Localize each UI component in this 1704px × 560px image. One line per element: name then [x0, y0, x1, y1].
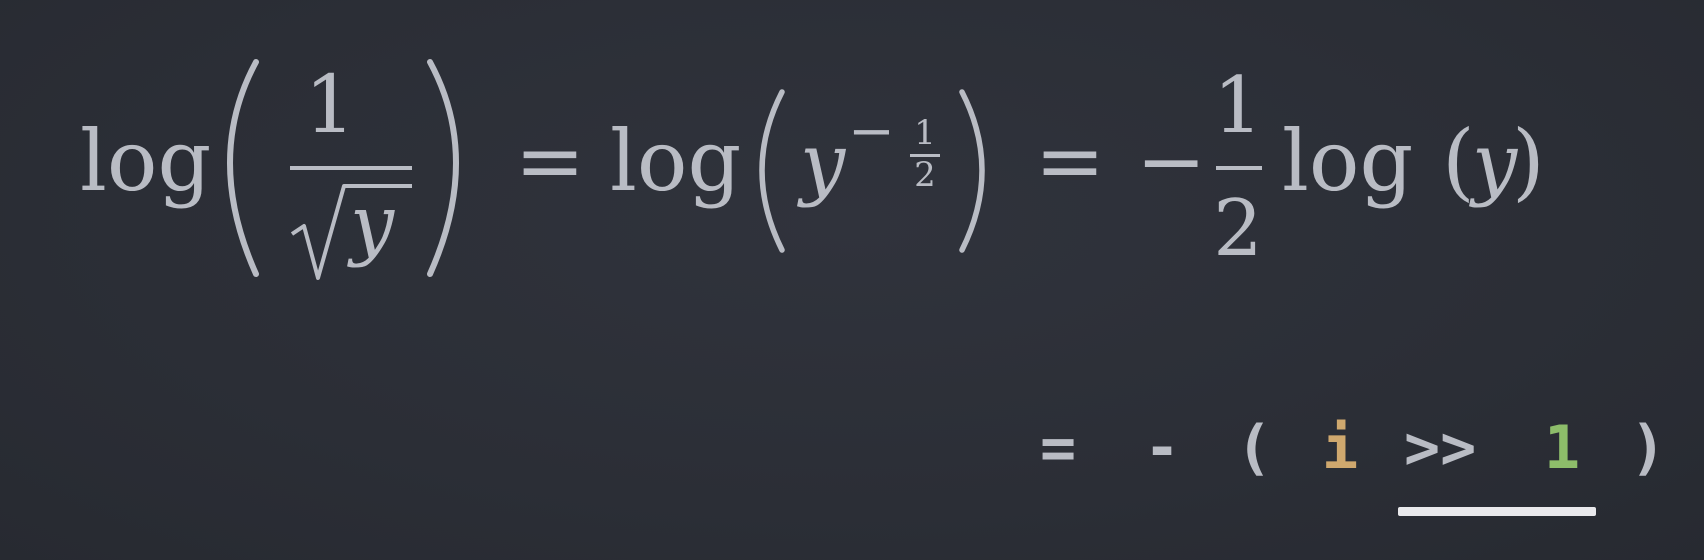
code-left-paren: (	[1236, 413, 1273, 483]
mid-left-paren	[759, 89, 785, 253]
code-expression: = - ( i >> 1 )	[1040, 413, 1666, 483]
code-right-paren: )	[1630, 413, 1667, 483]
lhs-radicand: y	[347, 179, 395, 269]
highlight-underline	[1398, 507, 1596, 516]
code-variable: i	[1322, 413, 1359, 483]
equals-sign-2: =	[1035, 112, 1105, 210]
rhs-right-paren: )	[1512, 112, 1545, 210]
lhs-fraction-bar	[290, 166, 412, 170]
slide: log 1 y = log y − 1 2 = − 1 2 log ( y ) …	[0, 0, 1704, 560]
lhs-numerator: 1	[305, 58, 356, 151]
rhs-log: log	[1282, 112, 1413, 210]
mid-right-paren	[959, 89, 985, 253]
exp-numerator: 1	[914, 113, 936, 153]
lhs-log: log	[80, 112, 211, 210]
code-equals: =	[1040, 413, 1077, 483]
rhs-minus: −	[1136, 112, 1206, 210]
exp-denominator: 2	[914, 155, 936, 195]
mid-base: y	[797, 116, 847, 209]
code-shift-operator: >>	[1404, 413, 1477, 483]
rhs-left-paren: (	[1442, 112, 1475, 210]
rhs-numerator: 1	[1213, 61, 1263, 151]
rhs-fraction-bar	[1216, 166, 1262, 170]
mid-log: log	[610, 112, 741, 210]
lhs-left-paren	[227, 59, 259, 277]
equals-sign-1: =	[515, 112, 585, 210]
code-shift-amount: 1	[1544, 413, 1581, 483]
rhs-denominator: 2	[1213, 184, 1263, 274]
lhs-right-paren	[427, 59, 459, 277]
exp-minus: −	[848, 99, 895, 164]
code-minus: -	[1144, 413, 1181, 483]
